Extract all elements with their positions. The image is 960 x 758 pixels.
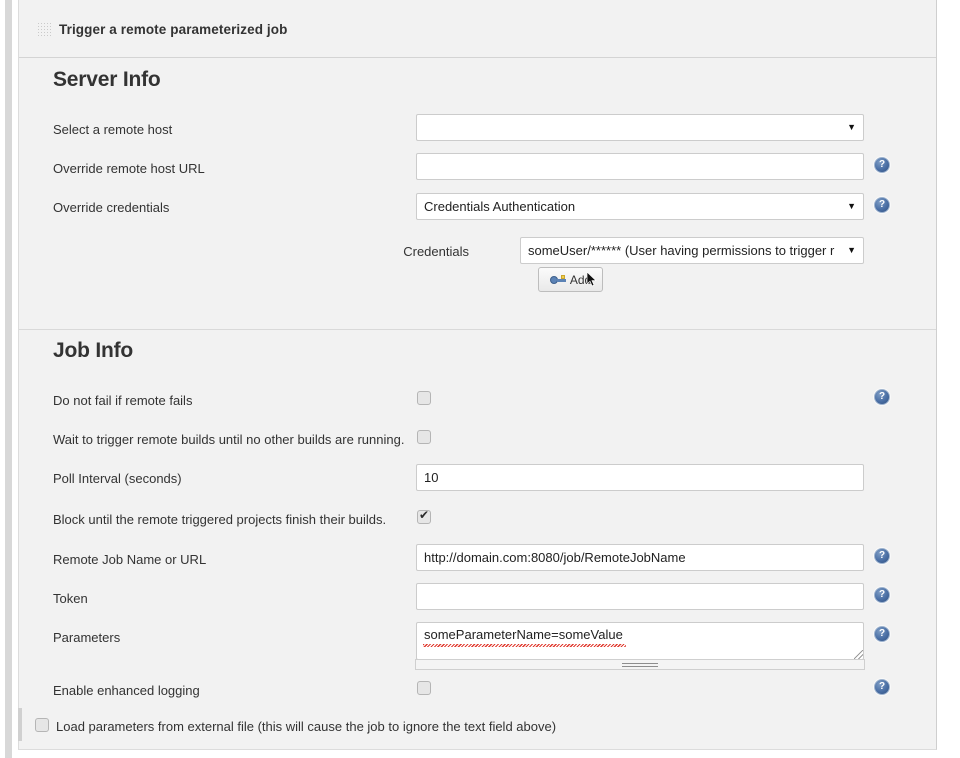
help-icon-override-credentials[interactable] [874,197,890,213]
label-wait-to-trigger: Wait to trigger remote builds until no o… [53,432,405,447]
section-divider [19,329,936,330]
textarea-horizontal-scrollbar[interactable] [415,659,865,670]
chevron-down-icon: ▼ [847,122,856,132]
select-remote-host[interactable]: ▼ [416,114,864,141]
external-file-accent-bar [18,708,22,741]
input-override-remote-host-url[interactable] [416,153,864,180]
select-credentials-value: someUser/****** (User having permissions… [528,243,835,258]
input-token[interactable] [416,583,864,610]
label-select-remote-host: Select a remote host [53,122,173,137]
page-title: Trigger a remote parameterized job [59,22,288,37]
checkbox-enhanced-logging[interactable] [417,681,431,695]
input-poll-interval[interactable] [416,464,864,491]
help-icon-token[interactable] [874,587,890,603]
key-icon [549,274,566,285]
chevron-down-icon: ▼ [847,201,856,211]
trigger-remote-job-panel: Trigger a remote parameterized job Serve… [18,0,937,750]
help-icon-enhanced-logging[interactable] [874,679,890,695]
select-override-credentials[interactable]: Credentials Authentication ▼ [416,193,864,220]
textarea-parameters[interactable] [416,622,864,660]
screen-root: Trigger a remote parameterized job Serve… [0,0,960,758]
panel-titlebar: Trigger a remote parameterized job [19,0,936,58]
select-override-credentials-value: Credentials Authentication [424,199,576,214]
input-remote-job-name[interactable] [416,544,864,571]
help-icon-do-not-fail[interactable] [874,389,890,405]
label-override-credentials: Override credentials [53,200,170,215]
label-parameters: Parameters [53,630,121,645]
label-load-parameters-external-file: Load parameters from external file (this… [56,719,557,734]
checkbox-wait-to-trigger[interactable] [417,430,431,444]
checkbox-do-not-fail[interactable] [417,391,431,405]
help-icon-override-remote-host-url[interactable] [874,157,890,173]
add-credentials-button[interactable]: Add [538,267,603,292]
label-enhanced-logging: Enable enhanced logging [53,683,200,698]
label-do-not-fail: Do not fail if remote fails [53,393,193,408]
section-heading-server-info: Server Info [53,68,161,91]
label-remote-job-name: Remote Job Name or URL [53,552,207,567]
label-override-remote-host-url: Override remote host URL [53,161,205,176]
help-icon-parameters[interactable] [874,626,890,642]
help-icon-remote-job-name[interactable] [874,548,890,564]
label-block-until-finish: Block until the remote triggered project… [53,512,387,527]
drag-grip-icon[interactable] [37,22,51,38]
select-credentials[interactable]: someUser/****** (User having permissions… [520,237,864,264]
add-credentials-label: Add [569,272,592,287]
checkbox-block-until-finish[interactable] [417,508,431,524]
label-token: Token [53,591,88,606]
checkbox-load-parameters-external-file[interactable] [35,718,49,732]
label-credentials: Credentials [403,244,469,259]
section-heading-job-info: Job Info [53,339,134,362]
chevron-down-icon: ▼ [847,245,856,255]
label-poll-interval: Poll Interval (seconds) [53,471,182,486]
left-gutter-bar[interactable] [5,0,12,758]
